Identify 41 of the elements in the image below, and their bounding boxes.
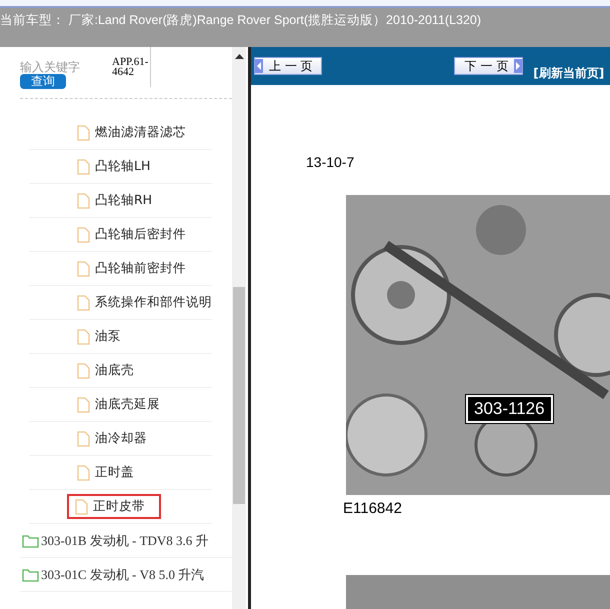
file-icon <box>77 328 90 344</box>
refresh-link[interactable]: [刷新当前页] <box>533 64 604 82</box>
scroll-up-icon[interactable] <box>234 54 244 59</box>
right-arrow-icon <box>514 59 522 73</box>
page-reference: 13-10-7 <box>306 154 354 170</box>
vehicle-title: 当前车型： 厂家:Land Rover(路虎)Range Rover Sport(揽胜运动版）2010-2011(L320) <box>0 12 482 29</box>
next-page-button[interactable]: 下 一 页 <box>454 57 524 75</box>
file-icon <box>77 260 90 276</box>
file-icon <box>77 396 90 412</box>
tree-folder[interactable]: 303-01B 发动机 - TDV8 3.6 升 <box>20 528 217 554</box>
query-button[interactable]: 查询 <box>20 74 66 89</box>
tree-item[interactable]: 燃油滤清器滤芯 <box>69 120 194 145</box>
file-icon <box>77 226 90 242</box>
tree-item[interactable]: 系统操作和部件说明 <box>69 290 220 315</box>
tree-item[interactable]: 油泵 <box>69 324 129 349</box>
scrollbar[interactable] <box>232 47 246 609</box>
file-icon <box>77 430 90 446</box>
callout-label: 303-1126 <box>466 395 553 423</box>
tree-item[interactable]: 正时盖 <box>69 460 142 485</box>
tree-item[interactable]: 凸轮轴后密封件 <box>69 222 194 247</box>
tree-item[interactable]: 油底壳 <box>69 358 142 383</box>
file-icon <box>77 294 90 310</box>
file-icon <box>77 362 90 378</box>
prev-page-button[interactable]: 上 一 页 <box>254 57 322 75</box>
tree-item[interactable]: 正时皮带 <box>67 494 161 519</box>
tree-item[interactable]: 油冷却器 <box>69 426 155 451</box>
file-icon <box>77 158 90 174</box>
tree-item[interactable]: 凸轮轴LH <box>69 154 158 179</box>
scroll-thumb[interactable] <box>233 287 245 504</box>
file-icon <box>77 464 90 480</box>
file-icon <box>77 192 90 208</box>
left-arrow-icon <box>255 59 263 73</box>
tree-item[interactable]: 凸轮轴RH <box>69 188 160 213</box>
code-text: APP.61- 4642 <box>112 47 152 87</box>
folder-icon <box>22 534 39 548</box>
file-icon <box>77 124 90 140</box>
tree-item[interactable]: 油底壳延展 <box>69 392 168 417</box>
file-icon <box>75 498 88 514</box>
tree-folder[interactable]: 303-01C 发动机 - V8 5.0 升汽 <box>20 562 212 588</box>
folder-icon <box>22 568 39 582</box>
tree-item[interactable]: 凸轮轴前密封件 <box>69 256 194 281</box>
